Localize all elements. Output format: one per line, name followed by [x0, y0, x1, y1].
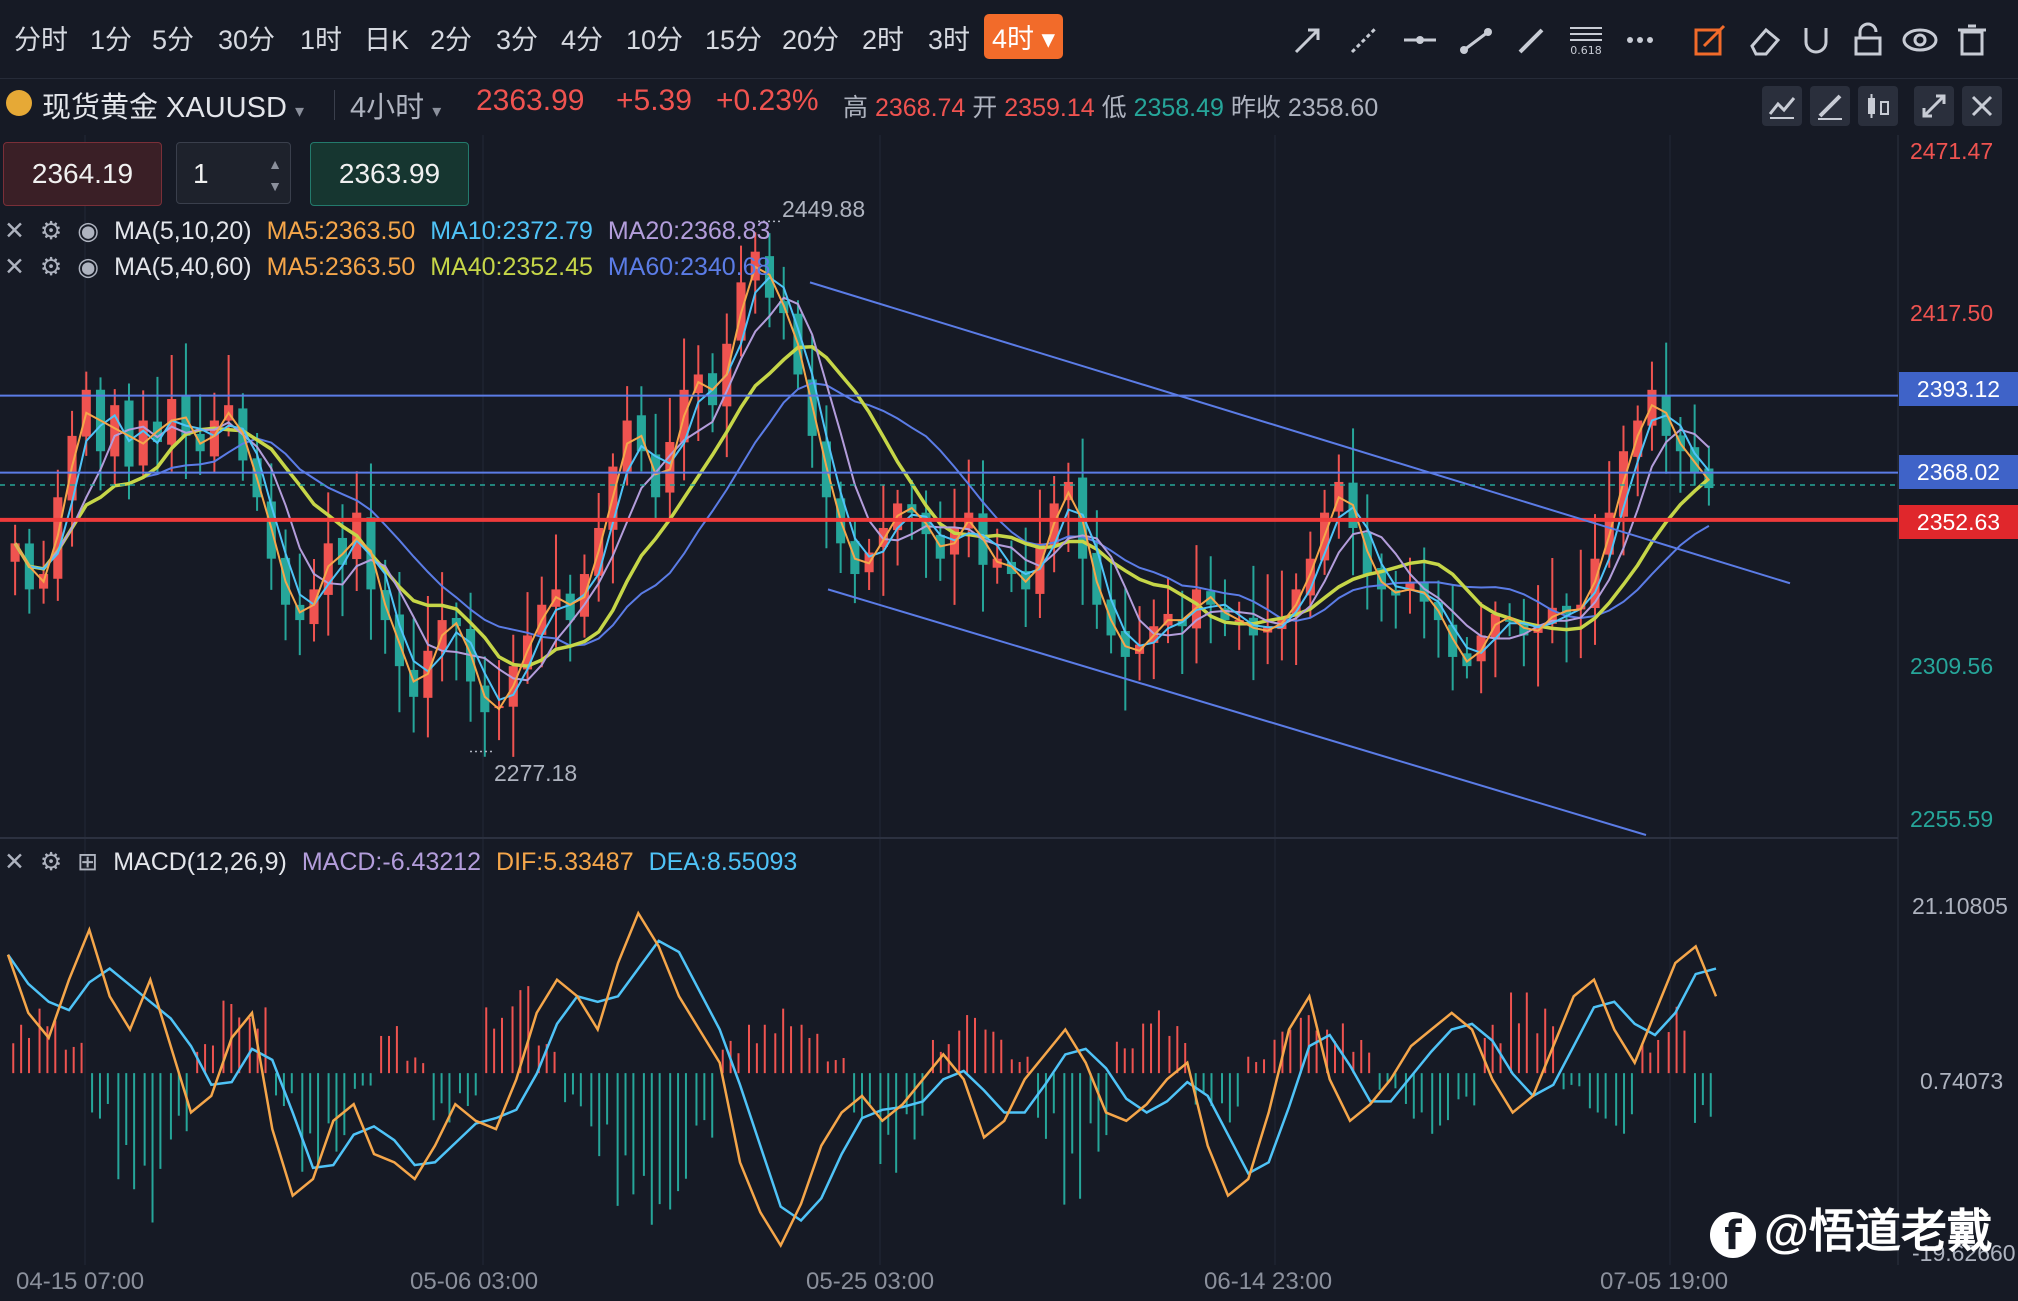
level-label-2393[interactable]: 2393.12 [1899, 372, 2018, 406]
remove-indicator-icon[interactable]: ✕ [4, 217, 25, 245]
candle-body [181, 395, 191, 436]
expand-icon[interactable]: ⊞ [77, 848, 98, 876]
x-tick-2: 05-06 03:00 [410, 1268, 539, 1295]
sell-price-button[interactable]: 2364.19 [3, 142, 162, 206]
settings-icon[interactable]: ⚙ [40, 217, 62, 245]
x-tick-5: 07-05 19:00 [1600, 1268, 1729, 1295]
ma-legend-2: ✕ ⚙ ◉ MA(5,40,60) MA5:2363.50 MA40:2352.… [4, 253, 771, 281]
remove-indicator-icon[interactable]: ✕ [4, 253, 25, 281]
price-tick-4: 2255.59 [1910, 806, 1994, 832]
low-mark-label: 2277.18 [494, 760, 578, 786]
settings-icon[interactable]: ⚙ [40, 848, 62, 876]
price-tick-2: 2417.50 [1910, 300, 1994, 326]
settings-icon[interactable]: ⚙ [40, 253, 62, 281]
x-tick-1: 04-15 07:00 [16, 1268, 145, 1295]
level-label-2352[interactable]: 2352.63 [1899, 505, 2018, 539]
buy-price-button[interactable]: 2363.99 [310, 142, 469, 206]
watermark: f @悟道老戴 [1710, 1195, 1993, 1261]
facebook-icon: f [1710, 1211, 1756, 1259]
price-tick-1: 2471.47 [1910, 138, 1994, 164]
price-tick-3: 2309.56 [1910, 653, 1994, 679]
ma20-line [14, 296, 1710, 682]
price-chart[interactable] [0, 0, 2018, 1301]
remove-indicator-icon[interactable]: ✕ [4, 848, 25, 876]
ma-legend-1: ✕ ⚙ ◉ MA(5,10,20) MA5:2363.50 MA10:2372.… [4, 217, 771, 245]
candle-body [1690, 447, 1700, 473]
quantity-stepper[interactable]: 1 ▲ ▼ [176, 142, 291, 204]
visibility-eye-icon[interactable]: ◉ [77, 253, 99, 281]
macd-legend: ✕ ⚙ ⊞ MACD(12,26,9) MACD:-6.43212 DIF:5.… [4, 848, 798, 876]
ma5-line [14, 265, 1710, 711]
high-mark-label: 2449.88 [782, 196, 866, 222]
visibility-eye-icon[interactable]: ◉ [77, 217, 99, 245]
x-tick-3: 05-25 03:00 [806, 1268, 935, 1295]
macd-tick-2: 0.74073 [1920, 1068, 2004, 1094]
level-label-2368[interactable]: 2368.02 [1899, 455, 2018, 489]
macd-tick-1: 21.10805 [1912, 893, 2008, 919]
x-tick-4: 06-14 23:00 [1204, 1268, 1333, 1295]
